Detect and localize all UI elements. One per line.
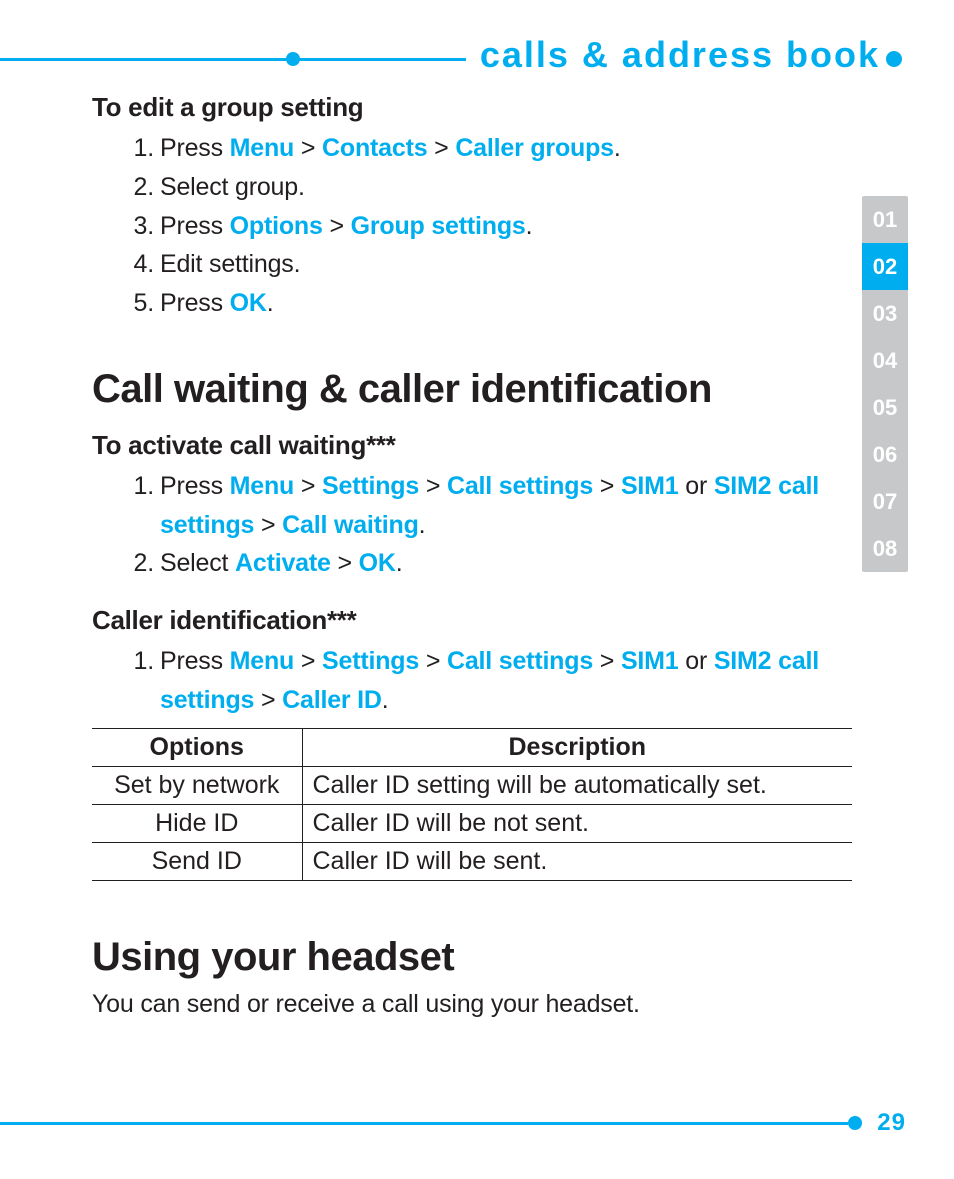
- lead-using-headset: You can send or receive a call using you…: [92, 990, 834, 1019]
- steps-edit-group: 1.Press Menu > Contacts > Caller groups.…: [130, 129, 834, 323]
- step: 1.Press Menu > Settings > Call settings …: [130, 467, 834, 545]
- cell-option: Set by network: [92, 766, 302, 804]
- footer: 29: [0, 1111, 906, 1135]
- tab-04[interactable]: 04: [862, 337, 908, 384]
- step: 3.Press Options > Group settings.: [130, 207, 834, 246]
- header-dot-right-icon: [886, 51, 902, 67]
- header-title: calls & address book: [466, 34, 880, 76]
- table-row: Send ID Caller ID will be sent.: [92, 842, 852, 880]
- cell-description: Caller ID will be not sent.: [302, 804, 852, 842]
- step: 1.Press Menu > Contacts > Caller groups.: [130, 129, 834, 168]
- tab-02[interactable]: 02: [862, 243, 908, 290]
- header-dot-left-icon: [286, 52, 300, 66]
- table-header-row: Options Description: [92, 728, 852, 766]
- tab-06[interactable]: 06: [862, 431, 908, 478]
- step: 2.Select Activate > OK.: [130, 544, 834, 583]
- th-description: Description: [302, 728, 852, 766]
- steps-activate-call-waiting: 1.Press Menu > Settings > Call settings …: [130, 467, 834, 583]
- cell-description: Caller ID will be sent.: [302, 842, 852, 880]
- step: 1.Press Menu > Settings > Call settings …: [130, 642, 834, 720]
- step: 2.Select group.: [130, 168, 834, 207]
- step: 5.Press OK.: [130, 284, 834, 323]
- th-options: Options: [92, 728, 302, 766]
- header: calls & address book: [0, 40, 906, 74]
- heading-call-waiting: Call waiting & caller identification: [92, 367, 834, 412]
- tab-03[interactable]: 03: [862, 290, 908, 337]
- page-number: 29: [877, 1109, 906, 1137]
- page: calls & address book 01 02 03 04 05 06 0…: [0, 0, 954, 1179]
- section-tabs: 01 02 03 04 05 06 07 08: [862, 196, 908, 572]
- heading-using-headset: Using your headset: [92, 935, 834, 980]
- cell-description: Caller ID setting will be automatically …: [302, 766, 852, 804]
- cell-option: Send ID: [92, 842, 302, 880]
- tab-08[interactable]: 08: [862, 525, 908, 572]
- cell-option: Hide ID: [92, 804, 302, 842]
- heading-edit-group: To edit a group setting: [92, 92, 834, 123]
- heading-activate-call-waiting: To activate call waiting***: [92, 430, 834, 461]
- table-row: Hide ID Caller ID will be not sent.: [92, 804, 852, 842]
- tab-05[interactable]: 05: [862, 384, 908, 431]
- footer-dot-icon: [848, 1116, 862, 1130]
- table-row: Set by network Caller ID setting will be…: [92, 766, 852, 804]
- tab-01[interactable]: 01: [862, 196, 908, 243]
- heading-caller-identification: Caller identification***: [92, 605, 834, 636]
- step: 4.Edit settings.: [130, 245, 834, 284]
- content: To edit a group setting 1.Press Menu > C…: [92, 92, 834, 1019]
- caller-id-table: Options Description Set by network Calle…: [92, 728, 852, 881]
- steps-caller-identification: 1.Press Menu > Settings > Call settings …: [130, 642, 834, 720]
- footer-rule: [0, 1122, 848, 1125]
- tab-07[interactable]: 07: [862, 478, 908, 525]
